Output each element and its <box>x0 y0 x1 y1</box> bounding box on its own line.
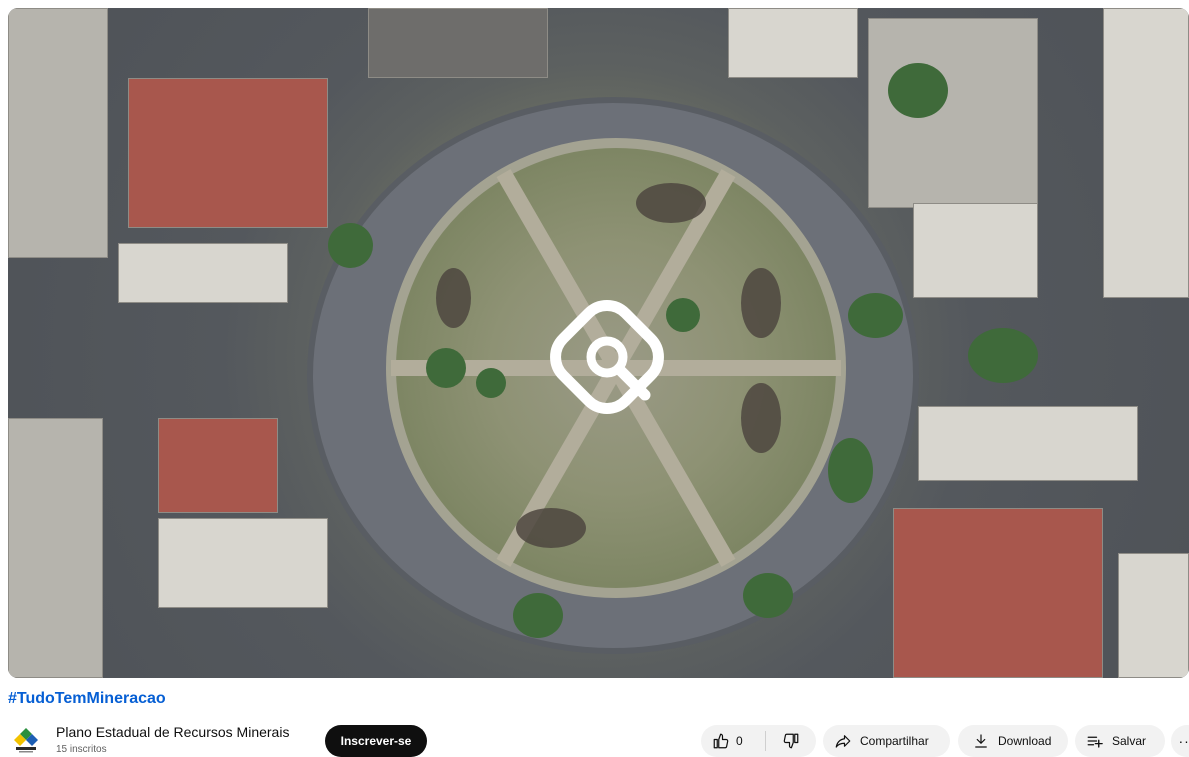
scene-tree <box>476 368 506 398</box>
scene-tree <box>888 63 948 118</box>
save-label: Salvar <box>1112 734 1147 748</box>
scene-building <box>158 518 328 608</box>
share-button[interactable]: Compartilhar <box>823 725 950 757</box>
video-hashtag-title[interactable]: #TudoTemMineracao <box>8 690 166 708</box>
magnifier-logo-icon[interactable] <box>541 291 673 423</box>
channel-row: Plano Estadual de Recursos Minerais 15 i… <box>8 722 1189 757</box>
scene-building <box>913 203 1038 298</box>
scene-building <box>128 78 328 228</box>
scene-flowerbed <box>636 183 706 223</box>
scene-tree <box>968 328 1038 383</box>
channel-name[interactable]: Plano Estadual de Recursos Minerais <box>56 724 289 740</box>
scene-tree <box>828 438 873 503</box>
share-arrow-icon <box>835 735 851 748</box>
scene-flowerbed <box>516 508 586 548</box>
scene-building <box>918 406 1138 481</box>
scene-tree <box>743 573 793 618</box>
like-button[interactable]: 0 <box>701 725 765 757</box>
dislike-button[interactable] <box>766 725 816 757</box>
scene-tree <box>513 593 563 638</box>
scene-building <box>368 8 548 78</box>
share-label: Compartilhar <box>860 734 929 748</box>
more-actions-button[interactable]: ··· <box>1171 725 1189 757</box>
download-label: Download <box>998 734 1052 748</box>
download-icon <box>975 734 987 748</box>
scene-flowerbed <box>741 268 781 338</box>
subscribe-button[interactable]: Inscrever-se <box>325 725 427 757</box>
scene-tree <box>328 223 373 268</box>
scene-flowerbed <box>741 383 781 453</box>
scene-building <box>1118 553 1189 678</box>
scene-building <box>158 418 278 513</box>
scene-building <box>893 508 1103 678</box>
scene-building <box>728 8 858 78</box>
channel-logo-icon <box>10 724 42 756</box>
video-player[interactable] <box>8 8 1189 678</box>
download-button[interactable]: Download <box>958 725 1068 757</box>
scene-building <box>8 8 108 258</box>
scene-building <box>1103 8 1189 298</box>
like-dislike-group: 0 <box>701 725 816 757</box>
scene-tree <box>848 293 903 338</box>
save-button[interactable]: Salvar <box>1075 725 1165 757</box>
thumbs-down-icon <box>783 733 799 749</box>
like-count: 0 <box>736 734 743 748</box>
subscriber-count: 15 inscritos <box>56 744 107 755</box>
scene-building <box>8 418 103 678</box>
scene-building <box>868 18 1038 208</box>
scene-tree <box>426 348 466 388</box>
scene-flowerbed <box>436 268 471 328</box>
playlist-add-icon <box>1087 736 1103 748</box>
thumbs-up-icon <box>713 733 729 749</box>
channel-avatar[interactable] <box>10 724 42 756</box>
scene-building <box>118 243 288 303</box>
